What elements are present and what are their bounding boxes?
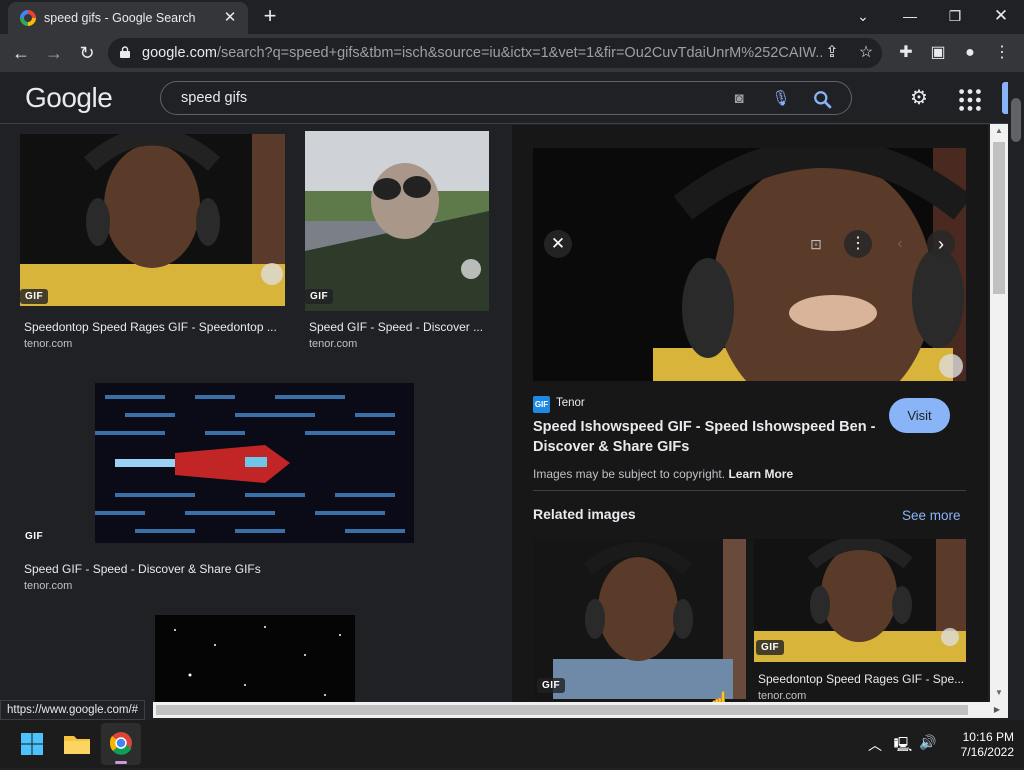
url-path: /search?q=speed+gifs&tbm=isch&source=iu&… [216, 45, 822, 61]
search-input[interactable]: speed gifs [181, 90, 247, 106]
chrome-icon [109, 732, 132, 764]
driver-with-goggles-thumbnail [305, 131, 489, 311]
page-scrollbar-thumb[interactable] [1011, 98, 1021, 142]
result-title-2[interactable]: Speed GIF - Speed - Discover ... [309, 320, 489, 334]
person-with-headphones-thumbnail [20, 134, 285, 306]
minimize-button[interactable]: — [896, 4, 924, 28]
browser-toolbar: ← → ↻ google.com/search?q=speed+gifs&tbm… [0, 34, 1024, 72]
preview-image[interactable] [533, 148, 966, 381]
close-preview-button[interactable]: ✕ [544, 230, 572, 258]
network-icon[interactable]: 🖳 [893, 734, 913, 752]
camera-search-icon[interactable]: ◙ [729, 89, 749, 109]
related-images-heading: Related images [533, 506, 636, 522]
tab-strip: speed gifs - Google Search ✕ + ⌄ — ❐ ✕ [0, 0, 1024, 34]
close-tab-icon[interactable]: ✕ [220, 8, 240, 28]
page-scrollbar[interactable] [1008, 72, 1024, 718]
share-icon[interactable]: ⇪ [820, 41, 844, 65]
apps-grid-icon[interactable] [958, 88, 982, 112]
browser-tab[interactable]: speed gifs - Google Search ✕ [8, 2, 248, 34]
divider [533, 490, 966, 491]
google-header: Google speed gifs ◙ 🎙 ⚙ [0, 72, 1008, 124]
tab-search-icon[interactable]: ⌄ [849, 4, 877, 28]
pixel-rocket-thumbnail [95, 383, 414, 543]
result-title-1[interactable]: Speedontop Speed Rages GIF - Speedontop … [24, 320, 284, 334]
new-tab-button[interactable]: + [258, 5, 282, 29]
page-content: Google speed gifs ◙ 🎙 ⚙ GIF Speedontop S… [0, 72, 1008, 718]
close-window-button[interactable]: ✕ [987, 4, 1015, 28]
preview-title[interactable]: Speed Ishowspeed GIF - Speed Ishowspeed … [533, 417, 883, 457]
back-button[interactable]: ← [9, 41, 33, 65]
microphone-icon[interactable]: 🎙 [771, 89, 791, 109]
tenor-source-icon: GIF [533, 396, 550, 413]
windows-taskbar: ︿ 🖳 🔊 [0, 720, 1024, 768]
learn-more-link[interactable]: Learn More [728, 467, 793, 481]
address-bar[interactable]: google.com/search?q=speed+gifs&tbm=isch&… [108, 38, 882, 68]
restore-button[interactable]: ❐ [941, 4, 969, 28]
source-name[interactable]: Tenor [556, 397, 585, 409]
related-thumbnail-1 [533, 539, 746, 699]
lens-search-icon[interactable]: ⊡ [802, 230, 830, 258]
scroll-down-icon[interactable]: ▼ [994, 688, 1004, 698]
volume-icon[interactable]: 🔊 [918, 734, 938, 752]
gif-badge: GIF [25, 531, 44, 542]
results-grid: GIF Speedontop Speed Rages GIF - Speedon… [0, 125, 508, 718]
scrollbar-thumb[interactable] [993, 142, 1005, 294]
gif-badge: GIF [20, 289, 49, 304]
related-source-2[interactable]: tenor.com [758, 690, 806, 702]
scroll-right-icon[interactable]: ▶ [991, 704, 1003, 716]
result-image-3[interactable] [95, 383, 414, 543]
next-arrow-icon[interactable]: › [927, 230, 955, 258]
google-logo[interactable]: Google [25, 82, 113, 114]
search-box[interactable]: speed gifs ◙ 🎙 [160, 81, 852, 115]
reload-button[interactable]: ↻ [75, 41, 99, 65]
copyright-notice: Images may be subject to copyright. Lear… [533, 467, 793, 481]
result-title-3[interactable]: Speed GIF - Speed - Discover & Share GIF… [24, 562, 324, 576]
menu-kebab-icon[interactable]: ⋮ [990, 41, 1014, 65]
file-explorer-icon[interactable] [59, 726, 95, 762]
show-hidden-icons-chevron-icon[interactable]: ︿ [866, 735, 884, 753]
result-source-2[interactable]: tenor.com [309, 338, 357, 350]
google-favicon-icon [20, 10, 36, 26]
gif-badge: GIF [756, 640, 785, 655]
url-text: google.com/search?q=speed+gifs&tbm=isch&… [142, 45, 822, 61]
forward-button[interactable]: → [42, 41, 66, 65]
see-more-link[interactable]: See more [902, 508, 961, 523]
visit-button[interactable]: Visit [889, 398, 950, 433]
url-host: google.com [142, 45, 217, 61]
result-source-1[interactable]: tenor.com [24, 338, 72, 350]
horizontal-scrollbar[interactable]: ▶ [153, 702, 1008, 718]
side-panel-icon[interactable]: ▣ [926, 41, 950, 65]
scroll-up-icon[interactable]: ▲ [994, 126, 1004, 136]
windows-start-icon[interactable] [14, 726, 50, 762]
related-thumbnail-2 [754, 539, 966, 662]
result-image-2[interactable] [305, 131, 489, 311]
results-scrollbar[interactable]: ▲ ▼ [990, 124, 1008, 702]
status-url: https://www.google.com/# [0, 700, 146, 720]
chrome-taskbar-button[interactable] [101, 723, 141, 765]
related-image-1[interactable] [533, 539, 746, 699]
settings-gear-icon[interactable]: ⚙ [907, 86, 931, 110]
extensions-icon[interactable]: ✚ [894, 41, 918, 65]
result-image-1[interactable] [20, 134, 285, 306]
lock-icon [120, 46, 130, 58]
person-looking-up-gif [533, 148, 966, 381]
previous-arrow-icon[interactable]: ‹ [886, 230, 914, 258]
tab-title: speed gifs - Google Search [44, 11, 196, 25]
result-source-3[interactable]: tenor.com [24, 580, 72, 592]
gif-badge: GIF [305, 289, 334, 304]
copyright-text: Images may be subject to copyright. [533, 467, 726, 481]
horizontal-scrollbar-thumb[interactable] [156, 705, 968, 715]
search-icon[interactable] [813, 90, 833, 110]
system-clock[interactable]: 10:16 PM 7/16/2022 [944, 730, 1014, 760]
profile-avatar-icon[interactable]: ● [958, 41, 982, 65]
bookmark-star-icon[interactable]: ☆ [854, 41, 878, 65]
related-title-2[interactable]: Speedontop Speed Rages GIF - Spe... [758, 672, 966, 686]
related-image-2[interactable] [754, 539, 966, 662]
preview-panel: ✕ ⊡ ⋮ ‹ › GIF Tenor Speed Ishowspeed GIF… [512, 125, 1002, 718]
clock-date: 7/16/2022 [960, 745, 1014, 759]
clock-time: 10:16 PM [962, 730, 1014, 744]
more-options-icon[interactable]: ⋮ [844, 230, 872, 258]
gif-badge: GIF [537, 678, 566, 693]
